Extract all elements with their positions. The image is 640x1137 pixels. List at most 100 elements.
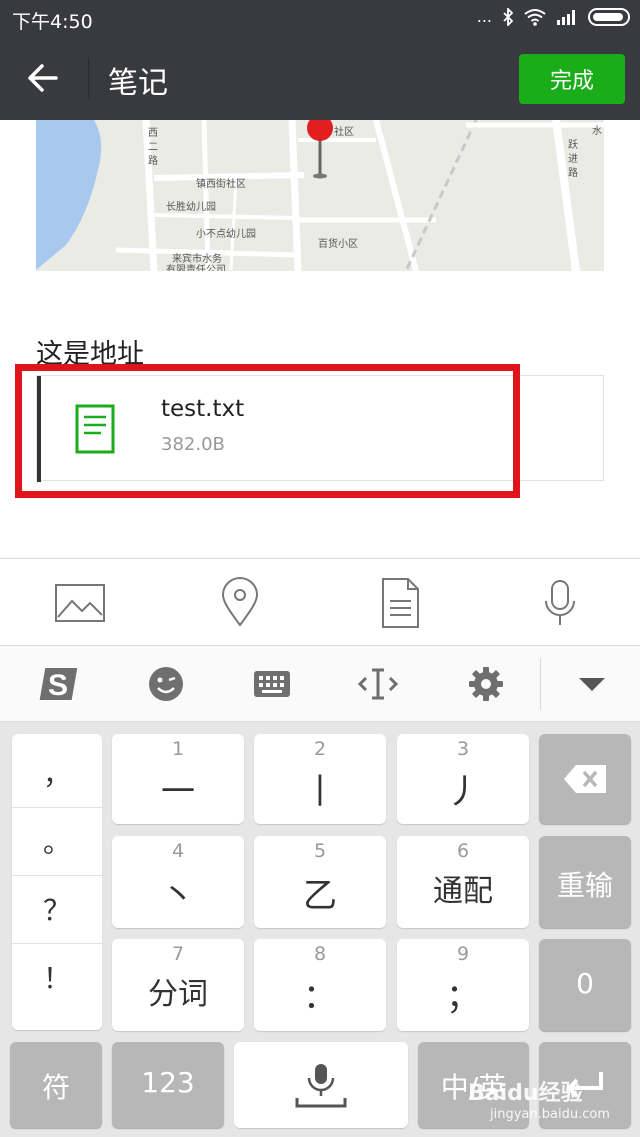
wildcard-key[interactable]: 6 通配 — [397, 836, 529, 928]
watermark-brand: Baidu经验 — [468, 1081, 583, 1106]
back-arrow-icon — [28, 64, 58, 92]
keyboard-switch-button[interactable] — [250, 664, 294, 704]
stroke-key-2[interactable]: 2 丨 — [254, 734, 386, 824]
punct-key-question[interactable]: ？ — [12, 878, 102, 944]
number-key[interactable]: 123 — [112, 1042, 224, 1128]
sogou-logo-icon: S — [39, 668, 78, 702]
punct-key-comma[interactable]: ， — [12, 742, 102, 808]
settings-button[interactable] — [464, 664, 508, 704]
attachment-toolbar — [0, 558, 640, 646]
key-label: 通配 — [433, 874, 493, 909]
back-button[interactable] — [18, 54, 70, 102]
key-label: 丶 — [161, 876, 195, 916]
map-label: 路 — [148, 156, 158, 167]
map-label: 小不点幼儿园 — [196, 229, 256, 240]
insert-location-button[interactable] — [214, 577, 266, 629]
key-number: 3 — [456, 738, 470, 760]
stroke-key-4[interactable]: 4 丶 — [112, 836, 244, 928]
map-label: 有限责任公司 — [166, 265, 226, 271]
key-label: 分词 — [148, 977, 208, 1012]
svg-text:S: S — [48, 669, 68, 702]
retype-key[interactable]: 重输 — [539, 836, 631, 928]
emoji-icon — [149, 667, 183, 701]
map-label: 进 — [568, 154, 578, 165]
app-bar-divider — [88, 58, 89, 98]
punct-key-exclaim[interactable]: ！ — [12, 946, 102, 1012]
map-label: 社区 — [334, 127, 354, 138]
space-key[interactable] — [234, 1042, 408, 1128]
sogou-logo-button[interactable]: S — [36, 664, 80, 704]
backspace-key[interactable] — [539, 734, 631, 824]
baidu-watermark: Baidu经验 jingyan.baidu.com — [468, 1071, 632, 1131]
battery-icon — [588, 7, 630, 26]
key-label: ； — [446, 977, 480, 1017]
cell-signal-icon — [557, 9, 575, 25]
stroke-key-3[interactable]: 3 丿 — [397, 734, 529, 824]
keyboard-icon — [254, 671, 290, 697]
colon-key[interactable]: 8 ： — [254, 939, 386, 1031]
key-label: 重输 — [556, 869, 613, 902]
map-label: 西 — [148, 128, 158, 139]
key-label: 0 — [576, 967, 594, 1000]
punct-key-period[interactable]: 。 — [12, 810, 102, 876]
microphone-icon — [545, 580, 575, 625]
record-voice-button[interactable] — [534, 577, 586, 629]
bluetooth-icon — [503, 7, 514, 26]
map-label: 镇西街社区 — [196, 179, 246, 190]
punctuation-column: ， 。 ？ ！ — [12, 734, 102, 1030]
cursor-move-icon — [357, 668, 399, 700]
map-label: 水 — [592, 126, 602, 137]
zero-key[interactable]: 0 — [539, 939, 631, 1031]
chevron-down-icon — [579, 678, 605, 691]
key-number: 9 — [456, 943, 470, 965]
status-icons: ... — [477, 7, 630, 26]
microphone-space-icon — [295, 1064, 347, 1108]
insert-image-button[interactable] — [54, 577, 106, 629]
screen: 下午4:50 ... 笔记 完成 西 二 路 镇西街社区 长胜幼儿园 小不点幼儿… — [0, 0, 640, 1137]
key-number: 6 — [456, 840, 470, 862]
key-number: 7 — [171, 943, 185, 965]
key-label: 一 — [161, 772, 195, 812]
cursor-move-button[interactable] — [356, 664, 400, 704]
semicolon-key[interactable]: 9 ； — [397, 939, 529, 1031]
map-label: 二 — [148, 142, 158, 153]
key-number: 8 — [313, 943, 327, 965]
key-number: 1 — [171, 738, 185, 760]
hide-keyboard-button[interactable] — [570, 664, 614, 704]
ime-toolbar: S — [0, 646, 640, 722]
key-label: ： — [303, 977, 337, 1017]
key-label: 乙 — [303, 876, 337, 916]
map-label: 路 — [568, 168, 578, 179]
location-map[interactable]: 西 二 路 镇西街社区 长胜幼儿园 小不点幼儿园 百货小区 来宾市水务 有限责任… — [36, 120, 604, 271]
segment-key[interactable]: 7 分词 — [112, 939, 244, 1031]
wifi-icon — [524, 8, 546, 26]
gear-icon — [469, 667, 503, 701]
key-number: 5 — [313, 840, 327, 862]
stroke-key-1[interactable]: 1 一 — [112, 734, 244, 824]
page-title: 笔记 — [108, 66, 168, 101]
app-bar: 笔记 完成 — [0, 36, 640, 120]
key-label: 丨 — [303, 772, 337, 812]
insert-file-button[interactable] — [374, 577, 426, 629]
status-bar: 下午4:50 ... — [0, 0, 640, 36]
key-number: 2 — [313, 738, 327, 760]
key-number: 4 — [171, 840, 185, 862]
key-label: 符 — [41, 1071, 70, 1104]
location-pin-icon — [221, 577, 259, 627]
file-icon — [382, 578, 419, 628]
map-label: 百货小区 — [318, 239, 358, 250]
done-button[interactable]: 完成 — [519, 54, 625, 104]
ime-divider — [540, 658, 541, 710]
emoji-button[interactable] — [144, 664, 188, 704]
map-label: 长胜幼儿园 — [166, 202, 216, 213]
status-time: 下午4:50 — [12, 11, 93, 33]
key-label: 丿 — [446, 772, 480, 812]
map-pin-icon — [307, 120, 333, 179]
image-icon — [55, 584, 105, 622]
backspace-icon — [564, 765, 606, 793]
symbol-key[interactable]: 符 — [10, 1042, 102, 1128]
stroke-key-5[interactable]: 5 乙 — [254, 836, 386, 928]
notification-dots-icon: ... — [476, 7, 492, 26]
watermark-url: jingyan.baidu.com — [490, 1107, 610, 1122]
map-label: 跃 — [568, 140, 578, 151]
